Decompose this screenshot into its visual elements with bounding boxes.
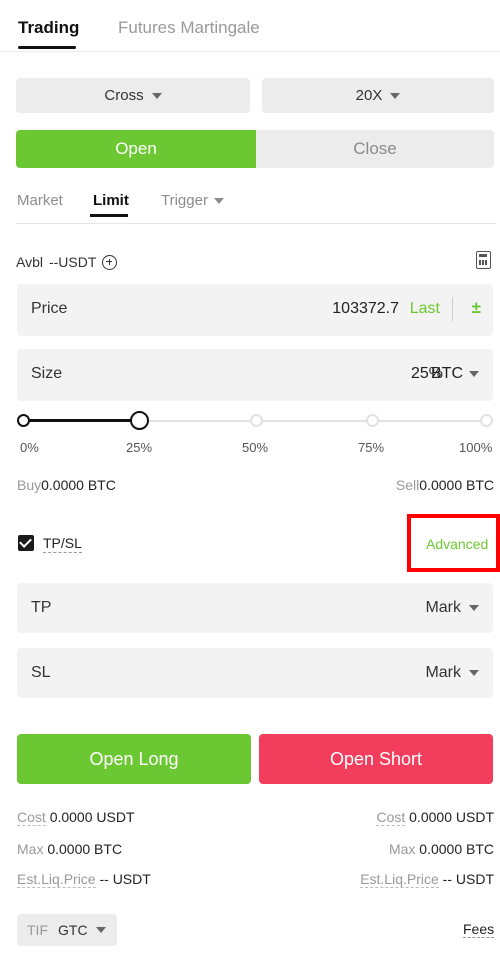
long-max-value: 0.0000 BTC (47, 841, 123, 857)
chevron-down-icon (95, 927, 106, 933)
tab-active-indicator (18, 46, 76, 49)
last-price-button[interactable]: Last (410, 300, 440, 318)
max-label: Max (388, 841, 416, 857)
long-cost: Cost 0.0000 USDT (17, 809, 135, 826)
size-slider-thumb[interactable] (130, 411, 149, 430)
calculator-icon[interactable] (476, 251, 491, 269)
tif-value: GTC (58, 922, 88, 938)
leverage-select[interactable]: 20X (262, 78, 494, 113)
open-toggle-button[interactable]: Open (16, 130, 256, 168)
order-type-trigger-label: Trigger (161, 192, 208, 209)
cost-label[interactable]: Cost (17, 809, 46, 826)
margin-mode-select[interactable]: Cross (16, 78, 250, 113)
max-label: Max (17, 841, 44, 857)
sl-label: SL (31, 664, 51, 681)
short-liq-price: Est.Liq.Price -- USDT (360, 871, 494, 888)
tp-label: TP (31, 599, 52, 616)
buy-label: Buy (17, 477, 42, 493)
long-liq-value: -- USDT (99, 871, 151, 887)
long-liq-price: Est.Liq.Price -- USDT (17, 871, 151, 888)
price-field[interactable]: Price 103372.7 Last ± (17, 284, 493, 336)
slider-node-50[interactable] (250, 414, 263, 427)
sell-value: 0.0000 BTC (419, 477, 494, 493)
chevron-down-icon (151, 92, 162, 99)
sl-field[interactable]: SL Mark (17, 648, 493, 698)
order-type-limit[interactable]: Limit (93, 192, 129, 209)
long-max: Max 0.0000 BTC (17, 841, 122, 857)
slider-mark-label: 100% (459, 440, 493, 455)
available-label: Avbl (16, 254, 43, 270)
sl-trigger-select[interactable]: Mark (425, 664, 461, 682)
order-type-trigger[interactable]: Trigger (161, 192, 224, 209)
liq-price-label[interactable]: Est.Liq.Price (17, 871, 96, 888)
size-unit-select[interactable]: BTC (431, 365, 463, 383)
size-label: Size (31, 365, 63, 382)
slider-mark-label: 0% (20, 440, 39, 455)
price-input-value[interactable]: 103372.7 (332, 300, 399, 318)
plus-minus-icon[interactable]: ± (472, 298, 481, 318)
sell-label: Sell (395, 477, 420, 493)
available-value: --USDT (48, 254, 97, 270)
short-max-value: 0.0000 BTC (419, 841, 494, 857)
short-cost-value: 0.0000 USDT (409, 809, 494, 825)
margin-mode-value: Cross (104, 87, 144, 104)
add-funds-icon[interactable] (102, 254, 118, 270)
tp-trigger-select[interactable]: Mark (425, 599, 461, 617)
open-short-button[interactable]: Open Short (259, 734, 493, 784)
tp-field[interactable]: TP Mark (17, 583, 493, 633)
cost-label[interactable]: Cost (376, 809, 406, 826)
order-type-market[interactable]: Market (17, 192, 63, 209)
short-max: Max 0.0000 BTC (389, 841, 494, 857)
tif-select[interactable]: TIF GTC (17, 914, 117, 946)
tpsl-checkbox[interactable] (18, 535, 34, 551)
size-slider-fill (23, 419, 140, 422)
tab-futures-martingale[interactable]: Futures Martingale (118, 18, 260, 38)
chevron-down-icon (213, 197, 224, 204)
slider-mark-label: 25% (126, 440, 153, 455)
sell-amount: Sell0.0000 BTC (396, 477, 494, 493)
open-long-button[interactable]: Open Long (17, 734, 251, 784)
chevron-down-icon[interactable] (469, 371, 479, 377)
buy-value: 0.0000 BTC (41, 477, 116, 493)
available-balance: Avbl --USDT (16, 254, 118, 270)
size-field[interactable]: Size 25% BTC (17, 349, 493, 401)
liq-price-label[interactable]: Est.Liq.Price (360, 871, 439, 888)
slider-node-100[interactable] (480, 414, 493, 427)
short-cost: Cost 0.0000 USDT (376, 809, 494, 826)
chevron-down-icon[interactable] (469, 670, 479, 676)
tpsl-label[interactable]: TP/SL (43, 535, 82, 553)
tif-label: TIF (27, 922, 48, 938)
order-type-divider (16, 223, 496, 224)
chevron-down-icon (390, 92, 401, 99)
long-cost-value: 0.0000 USDT (49, 809, 135, 825)
price-separator (452, 297, 453, 321)
highlight-box (407, 514, 500, 572)
close-toggle-button[interactable]: Close (256, 130, 494, 168)
chevron-down-icon[interactable] (469, 605, 479, 611)
slider-node-75[interactable] (366, 414, 379, 427)
slider-node-0[interactable] (17, 414, 30, 427)
price-label: Price (31, 300, 68, 317)
slider-mark-label: 50% (242, 440, 269, 455)
tab-trading[interactable]: Trading (18, 18, 79, 38)
fees-link[interactable]: Fees (463, 921, 495, 938)
order-type-active-indicator (90, 214, 128, 217)
buy-amount: Buy0.0000 BTC (17, 477, 116, 493)
leverage-value: 20X (355, 87, 383, 104)
short-liq-value: -- USDT (442, 871, 494, 887)
slider-mark-label: 75% (358, 440, 385, 455)
